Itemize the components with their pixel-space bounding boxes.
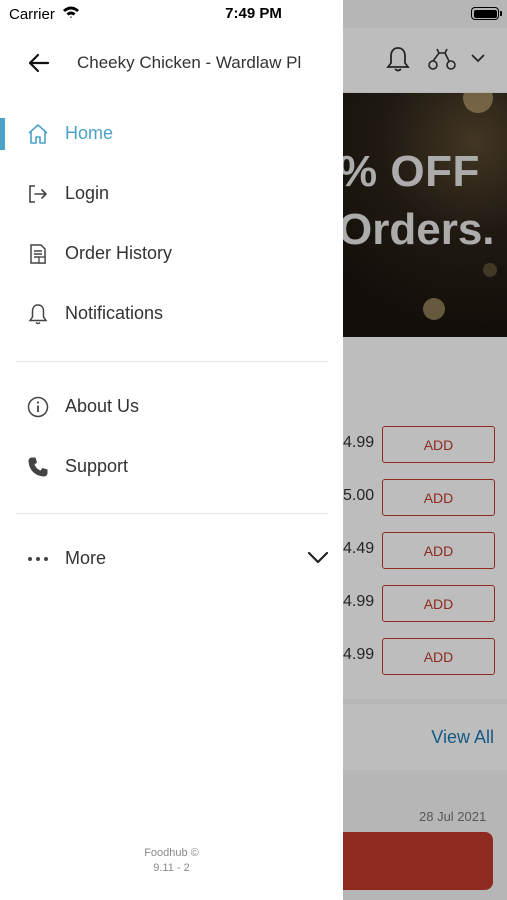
menu-item-login[interactable]: Login <box>0 166 329 222</box>
menu-item-home[interactable]: Home <box>0 106 329 162</box>
menu-item-support[interactable]: Support <box>0 439 329 495</box>
login-icon <box>29 185 47 203</box>
active-indicator <box>0 118 5 150</box>
menu-item-label: Notifications <box>65 303 164 323</box>
home-icon <box>28 124 48 144</box>
receipt-icon <box>30 244 46 264</box>
menu-item-label: About Us <box>65 396 140 416</box>
bell-icon <box>28 304 48 325</box>
menu-item-label: Support <box>65 456 129 476</box>
chevron-down-icon[interactable] <box>307 550 329 564</box>
phone-icon <box>28 457 48 477</box>
menu-item-label: Home <box>65 123 114 143</box>
menu-item-notifications[interactable]: Notifications <box>0 286 329 342</box>
footer-version: 9.11 - 2 <box>153 862 190 874</box>
battery-icon <box>471 7 502 20</box>
menu-item-order-history[interactable]: Order History <box>0 226 329 282</box>
navigation-drawer: Cheeky Chicken - Wardlaw Pl Home Login O… <box>0 0 343 900</box>
menu-divider <box>16 361 328 362</box>
drawer-header: Cheeky Chicken - Wardlaw Pl <box>0 30 343 96</box>
footer-brand: Foodhub © <box>144 847 199 859</box>
menu-item-more[interactable]: More <box>0 531 329 587</box>
status-bar: Carrier 7:49 PM <box>0 0 507 28</box>
more-dots-icon <box>28 557 48 561</box>
store-name: Cheeky Chicken - Wardlaw Pl <box>77 53 302 72</box>
menu-item-label: More <box>65 548 107 568</box>
menu-item-label: Order History <box>65 243 173 263</box>
menu-item-label: Login <box>65 183 110 203</box>
menu-item-about-us[interactable]: About Us <box>0 379 329 435</box>
back-arrow-icon[interactable] <box>26 50 52 76</box>
menu-divider <box>16 513 328 514</box>
clock: 7:49 PM <box>225 5 282 22</box>
info-icon <box>27 396 49 418</box>
